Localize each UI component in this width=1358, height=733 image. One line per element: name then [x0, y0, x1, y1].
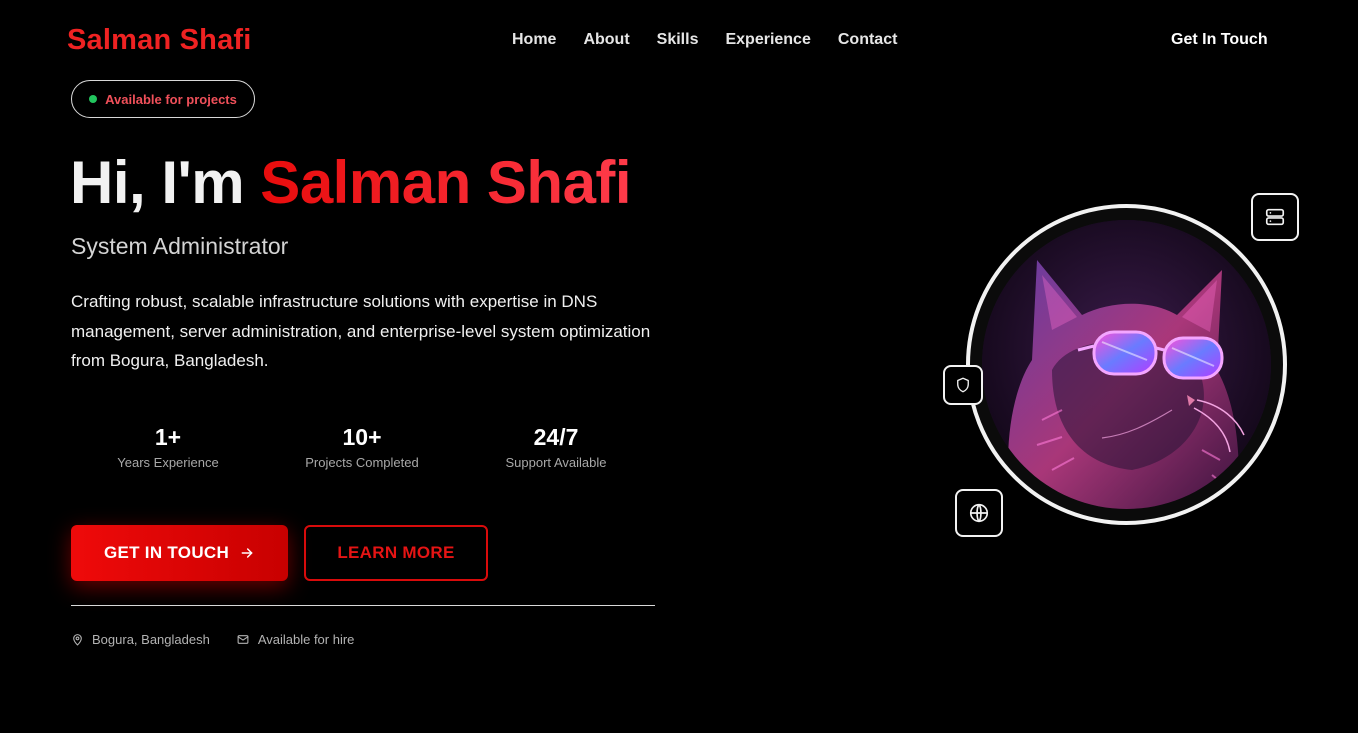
header-get-in-touch-link[interactable]: Get In Touch — [1171, 31, 1268, 49]
status-dot-icon — [89, 95, 98, 103]
hero-name: Salman Shafi — [260, 149, 632, 216]
server-icon — [1265, 208, 1285, 226]
hero-greeting: Hi, I'm — [70, 149, 261, 216]
contact-meta: Bogura, Bangladesh Available for hire — [71, 632, 354, 647]
availability-badge: Available for projects — [71, 80, 255, 118]
stat-support: 24/7 Support Available — [459, 424, 653, 470]
stat-label: Support Available — [505, 455, 607, 470]
nav-home[interactable]: Home — [512, 31, 556, 49]
stats-row: 1+ Years Experience 10+ Projects Complet… — [71, 424, 653, 470]
map-pin-icon — [73, 634, 82, 646]
shield-icon — [957, 377, 969, 393]
mail-icon — [237, 635, 249, 644]
site-logo[interactable]: Salman Shafi — [67, 24, 252, 57]
stat-value: 10+ — [342, 424, 382, 450]
nav-about[interactable]: About — [583, 31, 629, 49]
availability-item: Available for hire — [236, 632, 355, 647]
stat-value: 24/7 — [533, 424, 579, 450]
learn-more-button[interactable]: LEARN MORE — [304, 525, 488, 581]
globe-icon — [969, 503, 989, 523]
divider — [71, 605, 655, 606]
availability-text: Available for hire — [257, 632, 355, 647]
location-item: Bogura, Bangladesh — [71, 632, 210, 647]
get-in-touch-button[interactable]: GET IN TOUCH — [71, 525, 288, 581]
get-in-touch-button-label: GET IN TOUCH — [103, 543, 230, 562]
nav-skills[interactable]: Skills — [657, 31, 699, 49]
nav-experience[interactable]: Experience — [725, 31, 810, 49]
availability-badge-label: Available for projects — [105, 91, 237, 107]
stat-projects: 10+ Projects Completed — [265, 424, 459, 470]
hero-role: System Administrator — [71, 233, 289, 259]
stat-experience: 1+ Years Experience — [71, 424, 265, 470]
page: Salman Shafi Home About Skills Experienc… — [0, 0, 1358, 733]
avatar — [982, 220, 1271, 509]
shield-icon-button[interactable] — [943, 365, 983, 405]
globe-icon-button[interactable] — [955, 489, 1003, 537]
location-text: Bogura, Bangladesh — [92, 632, 210, 647]
cat-with-glasses-avatar-icon — [982, 220, 1271, 509]
stat-label: Years Experience — [117, 455, 219, 470]
learn-more-button-label: LEARN MORE — [337, 543, 455, 562]
hero-description: Crafting robust, scalable infrastructure… — [71, 292, 651, 370]
nav-contact[interactable]: Contact — [838, 31, 898, 49]
stat-label: Projects Completed — [305, 455, 419, 470]
stat-value: 1+ — [154, 424, 182, 450]
hero-headline: Hi, I'm Salman Shafi — [70, 148, 632, 217]
main-nav: Home About Skills Experience Contact — [512, 31, 897, 49]
server-icon-button[interactable] — [1251, 193, 1299, 241]
arrow-right-icon — [241, 548, 253, 558]
